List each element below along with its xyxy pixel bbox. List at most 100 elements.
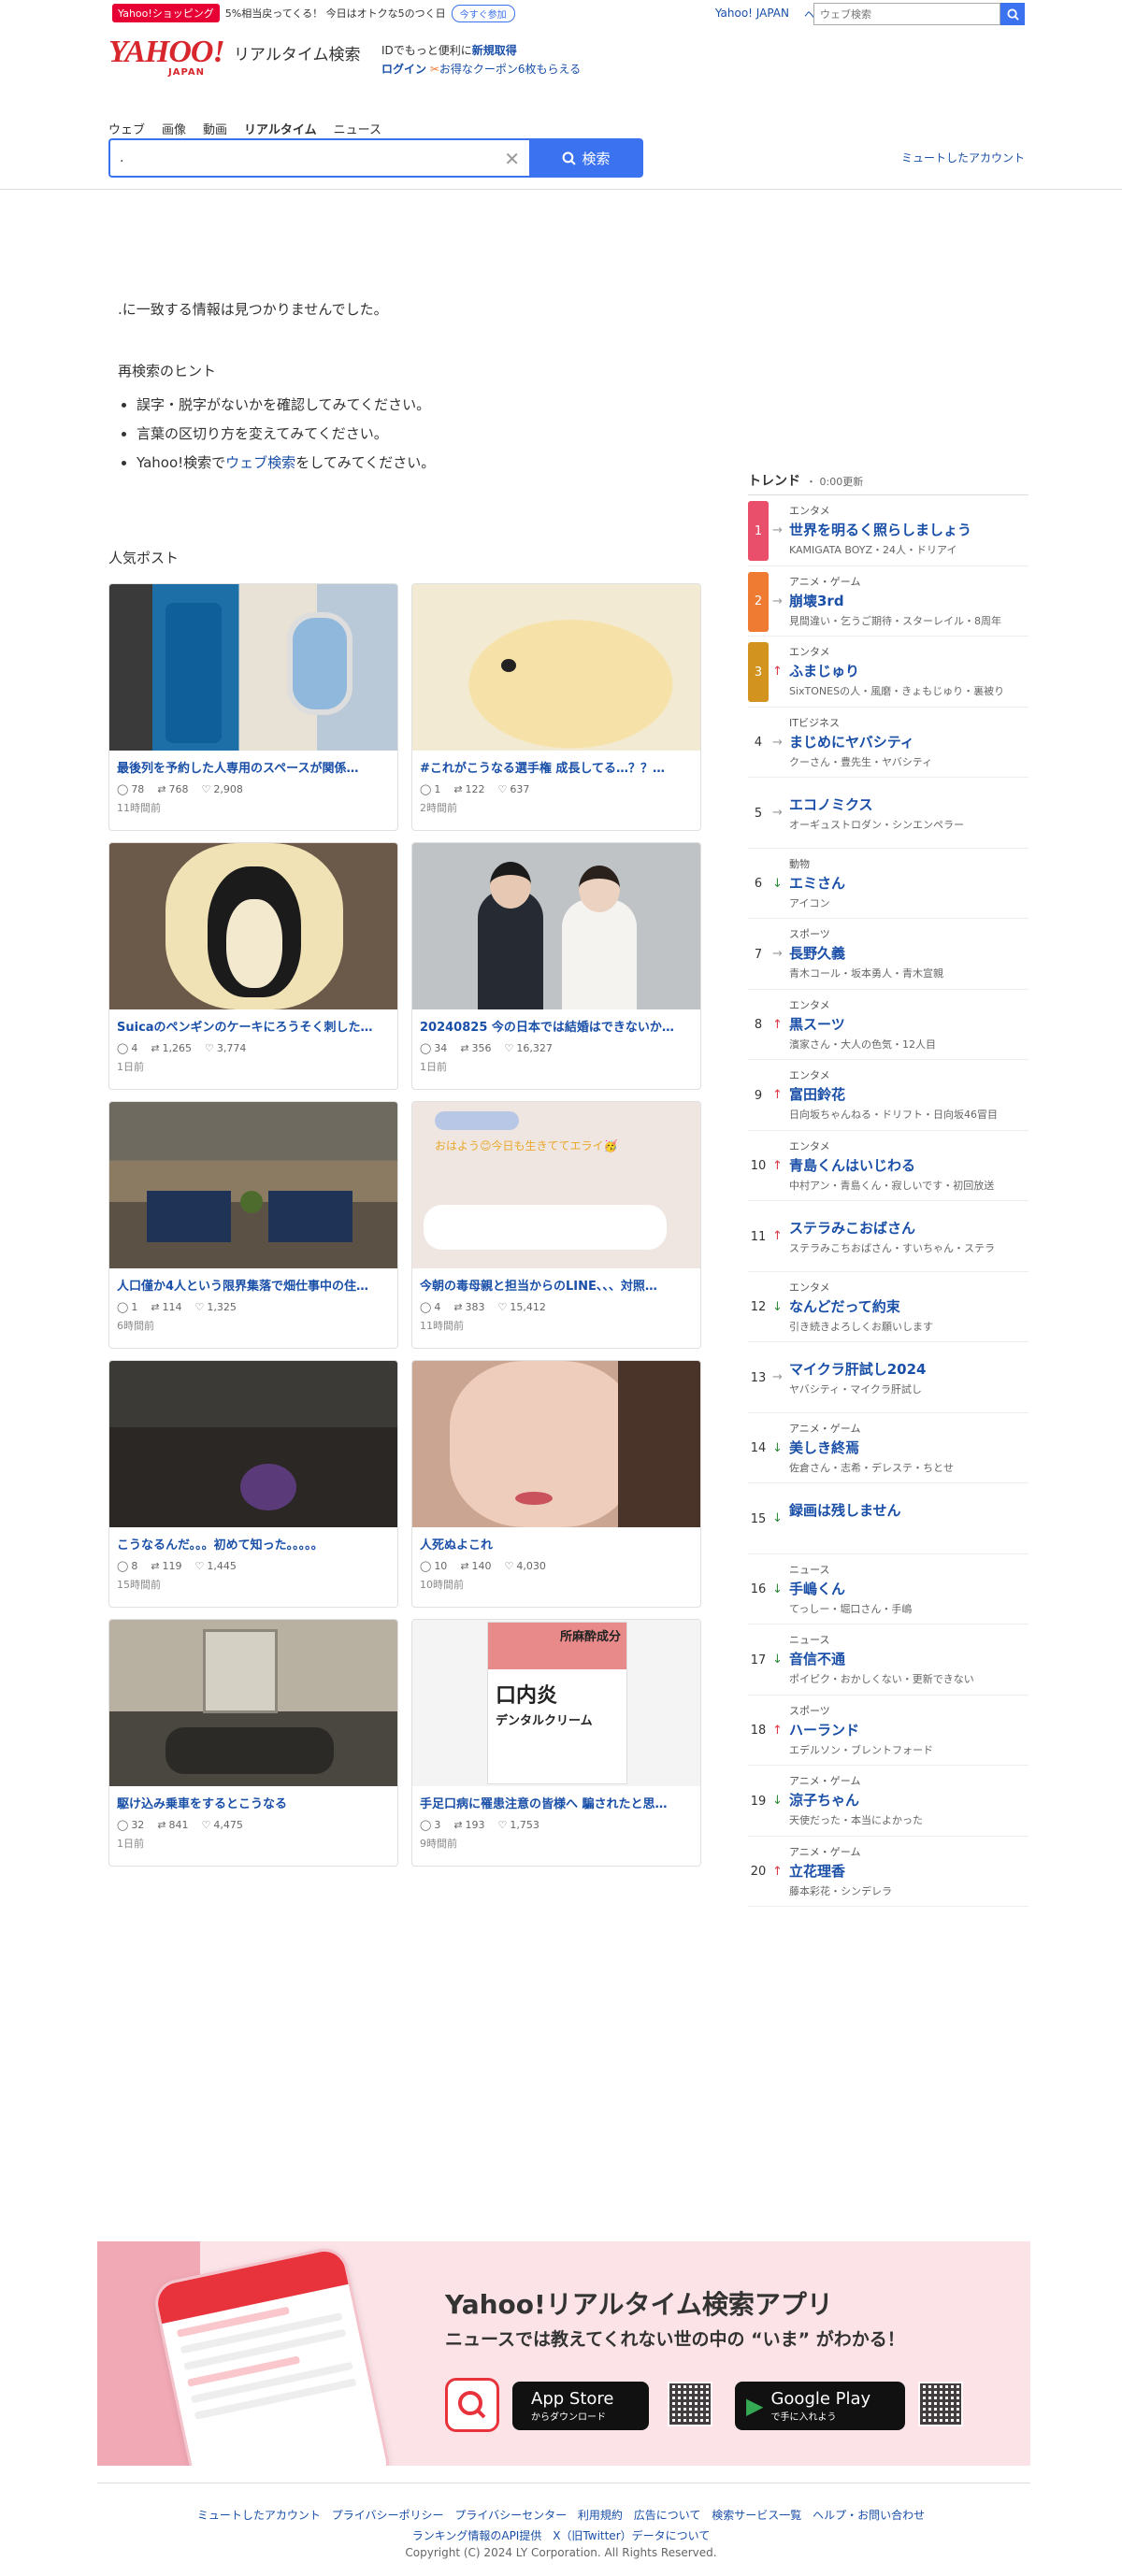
post-image[interactable] [109, 1361, 397, 1527]
post-card[interactable]: こうなるんだ。。。初めて知った。。。。。 ◯ 8 ⇄ 119 ♡ 1,445 15時間… [108, 1360, 398, 1608]
post-card[interactable]: #これがこうなる選手権 成長してる…？？… ◯ 1 ⇄ 122 ♡ 637 2時間前 [411, 583, 701, 831]
coupon-link[interactable]: ✂お得なクーポン6枚もらえる [430, 63, 581, 76]
reply-count[interactable]: ◯ 78 [117, 783, 144, 795]
trend-item[interactable]: 5 → エコノミクス オーギュストロダン・シンエンペラー [748, 778, 1028, 849]
trend-word[interactable]: マイクラ肝試し2024 [789, 1359, 926, 1379]
trend-item[interactable]: 1 → エンタメ 世界を明るく照らしましょう KAMIGATA BOYZ・24人・ドリア… [748, 495, 1028, 566]
reply-count[interactable]: ◯ 10 [420, 1560, 447, 1572]
trend-word[interactable]: ステラみこおばさん [789, 1218, 915, 1238]
trend-item[interactable]: 16 ↓ ニュース 手嶋くん てっしー・堀口さん・手嶋 [748, 1554, 1028, 1624]
trend-word[interactable]: 黒スーツ [789, 1014, 845, 1034]
like-count[interactable]: ♡ 15,412 [498, 1301, 546, 1313]
footer-link-help[interactable]: ヘルプ・お問い合わせ [813, 2509, 925, 2522]
trend-word[interactable]: 涼子ちゃん [789, 1790, 859, 1810]
reply-count[interactable]: ◯ 1 [117, 1301, 137, 1313]
footer-link-muted[interactable]: ミュートしたアカウント [197, 2509, 321, 2522]
like-count[interactable]: ♡ 1,753 [498, 1819, 539, 1831]
promo-join-button[interactable]: 今すぐ参加 [451, 4, 515, 22]
trend-item[interactable]: 11 ↑ ステラみこおばさん ステラみこちおばさん・すいちゃん・ステラ [748, 1201, 1028, 1272]
footer-link-services[interactable]: 検索サービス一覧 [712, 2509, 801, 2522]
muted-accounts-link[interactable]: ミュートしたアカウント [901, 150, 1025, 165]
trend-item[interactable]: 17 ↓ ニュース 音信不通 ポイピク・おかしくない・更新できない [748, 1624, 1028, 1696]
login-link[interactable]: ログイン [381, 63, 426, 76]
tab-realtime[interactable]: リアルタイム [244, 120, 317, 137]
trend-word[interactable]: 音信不通 [789, 1649, 845, 1668]
footer-link-x-data[interactable]: X（旧Twitter）データについて [553, 2529, 710, 2542]
trend-item[interactable]: 8 ↑ エンタメ 黒スーツ 濱家さん・大人の色気・12人目 [748, 990, 1028, 1060]
post-image[interactable] [412, 584, 700, 751]
reply-count[interactable]: ◯ 4 [420, 1301, 440, 1313]
post-card[interactable]: 20240825 今の日本では結婚はできないか… ◯ 34 ⇄ 356 ♡ 16,32… [411, 842, 701, 1090]
trend-item[interactable]: 2 → アニメ・ゲーム 崩壊3rd 見間違い・乞うご期待・スターレイル・8周年 [748, 566, 1028, 637]
post-title[interactable]: 人口僅か4人という限界集落で畑仕事中の住… [109, 1268, 397, 1294]
footer-link-terms[interactable]: 利用規約 [578, 2509, 623, 2522]
trend-word[interactable]: 青島くんはいじわる [789, 1155, 915, 1175]
trend-item[interactable]: 13 → マイクラ肝試し2024 ヤバシティ・マイクラ肝試し [748, 1342, 1028, 1413]
tab-images[interactable]: 画像 [162, 120, 186, 137]
post-card[interactable]: Suicaのペンギンのケーキにろうそく刺した… ◯ 4 ⇄ 1,265 ♡ 3,774… [108, 842, 398, 1090]
trend-item[interactable]: 10 ↑ エンタメ 青島くんはいじわる 中村アン・青島くん・寂しいです・初回放送 [748, 1131, 1028, 1201]
footer-link-api[interactable]: ランキング情報のAPI提供 [412, 2529, 542, 2542]
post-image[interactable] [109, 1102, 397, 1268]
yahoo-logo[interactable]: YAHOO! JAPAN [108, 36, 234, 79]
post-card[interactable]: 人死ぬよこれ ◯ 10 ⇄ 140 ♡ 4,030 10時間前 [411, 1360, 701, 1608]
post-card[interactable]: 人口僅か4人という限界集落で畑仕事中の住… ◯ 1 ⇄ 114 ♡ 1,325 6時間… [108, 1101, 398, 1349]
repost-count[interactable]: ⇄ 119 [151, 1560, 181, 1572]
trend-item[interactable]: 19 ↓ アニメ・ゲーム 涼子ちゃん 天使だった・本当によかった [748, 1766, 1028, 1837]
like-count[interactable]: ♡ 4,475 [202, 1819, 243, 1831]
trend-word[interactable]: エコノミクス [789, 794, 873, 814]
post-card[interactable]: 最後列を予約した人専用のスペースが関係… ◯ 78 ⇄ 768 ♡ 2,908 11時… [108, 583, 398, 831]
trend-word[interactable]: 立花理香 [789, 1861, 845, 1881]
repost-count[interactable]: ⇄ 356 [460, 1042, 491, 1054]
footer-link-privacy-center[interactable]: プライバシーセンター [454, 2509, 567, 2522]
search-button[interactable]: 検索 [529, 138, 643, 178]
tab-news[interactable]: ニュース [334, 120, 381, 137]
trend-word[interactable]: 富田鈴花 [789, 1084, 845, 1104]
footer-link-privacy-policy[interactable]: プライバシーポリシー [332, 2509, 444, 2522]
trend-word[interactable]: ふまじゅり [789, 661, 859, 680]
post-title[interactable]: Suicaのペンギンのケーキにろうそく刺した… [109, 1009, 397, 1035]
like-count[interactable]: ♡ 16,327 [505, 1042, 553, 1054]
post-title[interactable]: 駆け込み乗車をするとこうなる [109, 1786, 397, 1811]
post-card[interactable]: 駆け込み乗車をするとこうなる ◯ 32 ⇄ 841 ♡ 4,475 1日前 [108, 1619, 398, 1867]
post-title[interactable]: こうなるんだ。。。初めて知った。。。。。 [109, 1527, 397, 1553]
trend-word[interactable]: ハーランド [789, 1720, 859, 1739]
web-search-link[interactable]: ウェブ検索 [225, 454, 295, 471]
trend-word[interactable]: 美しき終焉 [789, 1438, 859, 1457]
like-count[interactable]: ♡ 4,030 [505, 1560, 546, 1572]
post-image[interactable]: 所麻酔成分 口内炎 デンタルクリーム [412, 1620, 700, 1786]
register-link[interactable]: 新規取得 [472, 44, 517, 57]
trend-word[interactable]: なんどだって約束 [789, 1296, 900, 1316]
repost-count[interactable]: ⇄ 1,265 [151, 1042, 192, 1054]
reply-count[interactable]: ◯ 34 [420, 1042, 447, 1054]
trend-item[interactable]: 18 ↑ スポーツ ハーランド エデルソン・ブレントフォード [748, 1696, 1028, 1766]
reply-count[interactable]: ◯ 8 [117, 1560, 137, 1572]
trend-item[interactable]: 6 ↓ 動物 エミさん アイコン [748, 849, 1028, 919]
promo-tag[interactable]: Yahoo!ショッピング [112, 4, 220, 22]
trend-item[interactable]: 7 → スポーツ 長野久義 青木コール・坂本勇人・青木宣親 [748, 919, 1028, 990]
like-count[interactable]: ♡ 2,908 [202, 783, 243, 795]
repost-count[interactable]: ⇄ 193 [453, 1819, 484, 1831]
web-search-button[interactable] [1000, 3, 1025, 25]
repost-count[interactable]: ⇄ 841 [157, 1819, 188, 1831]
post-image[interactable] [109, 584, 397, 751]
google-play-button[interactable]: ▶ Google Play で手に入れよう [735, 2382, 905, 2430]
web-search-input[interactable] [813, 3, 1000, 25]
like-count[interactable]: ♡ 637 [498, 783, 530, 795]
post-image[interactable] [412, 1361, 700, 1527]
trend-item[interactable]: 15 ↓ 録画は残しません [748, 1483, 1028, 1554]
shopping-promo[interactable]: Yahoo!ショッピング 5%相当戻ってくる！ 今日はオトクな5のつく日 今すぐ… [112, 4, 515, 22]
post-image[interactable] [109, 843, 397, 1009]
clear-icon[interactable]: ✕ [504, 148, 520, 170]
repost-count[interactable]: ⇄ 768 [157, 783, 188, 795]
tab-web[interactable]: ウェブ [108, 120, 145, 137]
trend-word[interactable]: 録画は残しません [789, 1500, 901, 1520]
trend-item[interactable]: 3 ↑ エンタメ ふまじゅり SixTONESの人・風磨・きょもじゅり・裏被り [748, 637, 1028, 708]
like-count[interactable]: ♡ 1,445 [195, 1560, 237, 1572]
trend-item[interactable]: 12 ↓ エンタメ なんどだって約束 引き続きよろしくお願いします [748, 1272, 1028, 1342]
post-title[interactable]: 最後列を予約した人専用のスペースが関係… [109, 751, 397, 776]
reply-count[interactable]: ◯ 1 [420, 783, 440, 795]
tab-video[interactable]: 動画 [203, 120, 227, 137]
repost-count[interactable]: ⇄ 122 [453, 783, 484, 795]
footer-link-ads[interactable]: 広告について [634, 2509, 701, 2522]
